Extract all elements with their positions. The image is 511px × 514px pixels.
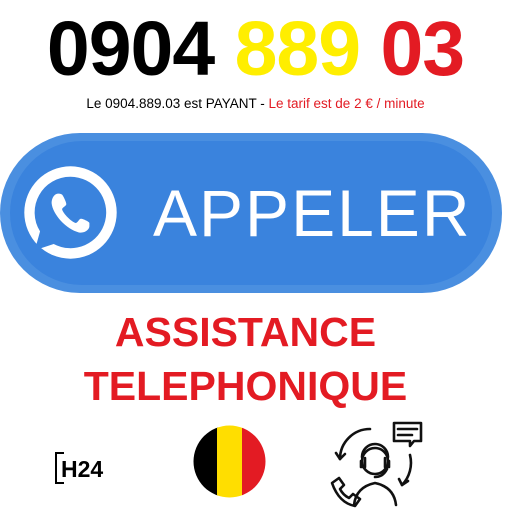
call-button-label: APPELER: [153, 176, 472, 250]
customer-support-icon: [330, 421, 423, 508]
icon-row: H24: [0, 421, 511, 514]
belgium-flag-icon: [193, 425, 266, 498]
h24-label: H24: [61, 456, 103, 482]
assistance-title: ASSISTANCE TELEPHONIQUE: [0, 305, 491, 413]
assistance-line-1: ASSISTANCE: [114, 309, 377, 355]
h24-icon: H24: [55, 452, 103, 484]
phone-part-1: 0904: [46, 6, 215, 92]
tariff-notice: Le 0904.889.03 est PAYANT - Le tarif est…: [0, 95, 511, 113]
whatsapp-phone-icon: [24, 166, 117, 259]
tariff-text: Le 0904.889.03 est PAYANT -: [86, 96, 269, 111]
phone-part-2: 889: [234, 6, 361, 92]
call-button[interactable]: APPELER: [0, 133, 502, 293]
phone-number: 0904 889 03: [0, 4, 511, 94]
tariff-price: Le tarif est de 2 € / minute: [268, 96, 425, 111]
assistance-line-2: TELEPHONIQUE: [83, 363, 408, 409]
phone-part-3: 03: [380, 6, 465, 92]
